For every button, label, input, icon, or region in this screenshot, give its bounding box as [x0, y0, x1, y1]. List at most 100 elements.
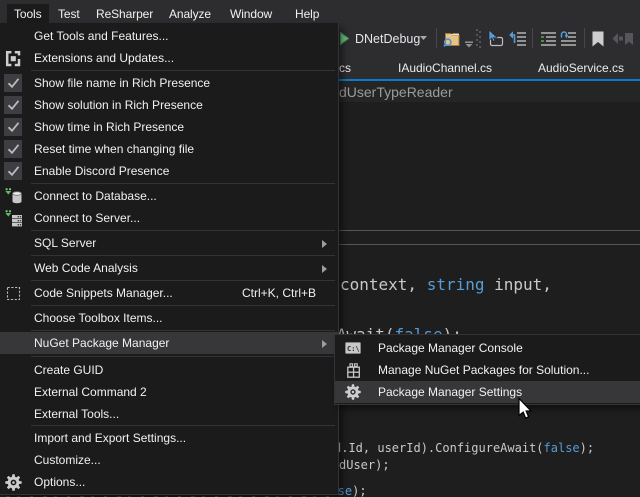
format-lines-blue-icon[interactable] — [560, 30, 577, 47]
menu-item-enable-discord[interactable]: Enable Discord Presence — [0, 160, 338, 182]
console-icon: C:\ — [341, 337, 365, 359]
menubar-item-resharper[interactable]: ReSharper — [89, 4, 160, 23]
label: Enable Discord Presence — [34, 164, 169, 178]
label: Reset time when changing file — [34, 142, 194, 156]
packages-icon — [341, 359, 365, 381]
nuget-submenu: C:\ Package Manager Console Manage NuGet… — [334, 334, 640, 405]
menu-item-connect-server[interactable]: Connect to Server... — [0, 207, 338, 229]
label: Web Code Analysis — [34, 261, 138, 275]
run-profile-label[interactable]: DNetDebug — [355, 32, 420, 46]
menu-separator — [31, 425, 335, 426]
toolbar-grip[interactable] — [476, 29, 481, 48]
label: Options... — [34, 475, 85, 489]
toolbar-separator — [436, 28, 437, 48]
label: IAudioChannel.cs — [398, 61, 492, 75]
menu-item-code-snippets[interactable]: Code Snippets Manager... Ctrl+K, Ctrl+B — [0, 282, 338, 304]
label: Get Tools and Features... — [34, 29, 169, 43]
label: Connect to Server... — [34, 211, 140, 225]
code-line-1: d.Id, userId).ConfigureAwait(false); — [334, 442, 594, 455]
editor-splitter-line — [330, 244, 640, 245]
menu-item-create-guid[interactable]: Create GUID — [0, 359, 338, 381]
menu-item-options[interactable]: Options... — [0, 471, 338, 493]
previous-bookmark-disabled-icon[interactable] — [612, 31, 634, 47]
checkmark-icon — [4, 162, 22, 180]
checkmark-icon — [4, 118, 22, 136]
menu-item-get-tools[interactable]: Get Tools and Features... — [0, 25, 338, 47]
search-in-folder-icon[interactable] — [443, 30, 460, 48]
checkmark-icon — [4, 74, 22, 92]
checkmark-icon — [4, 140, 22, 158]
menu-item-customize[interactable]: Customize... — [0, 449, 338, 471]
label: SQL Server — [34, 236, 96, 250]
label: AudioService.cs — [538, 61, 624, 75]
menu-item-extensions[interactable]: Extensions and Updates... — [0, 47, 338, 69]
snippets-icon — [0, 282, 26, 304]
label: Extensions and Updates... — [34, 51, 174, 65]
submenu-arrow-icon — [322, 240, 327, 248]
breadcrumb[interactable]: dUserTypeReader — [339, 84, 453, 100]
menubar-item-help[interactable]: Help — [288, 4, 326, 23]
label: Create GUID — [34, 363, 103, 377]
mouse-cursor — [515, 397, 533, 420]
extensions-icon — [0, 47, 26, 69]
label: External Command 2 — [34, 385, 147, 399]
menu-item-show-time[interactable]: Show time in Rich Presence — [0, 116, 338, 138]
label: Show solution in Rich Presence — [34, 98, 203, 112]
tab-audioservice[interactable]: AudioService.cs — [538, 61, 624, 77]
label: Show file name in Rich Presence — [34, 76, 210, 90]
label: Code Snippets Manager... — [34, 286, 173, 300]
menu-separator — [31, 230, 335, 231]
menubar-item-tools[interactable]: Tools — [7, 4, 49, 23]
label: context, — [340, 275, 427, 294]
menu-item-connect-database[interactable]: Connect to Database... — [0, 185, 338, 207]
gear-icon — [0, 471, 26, 493]
database-icon — [0, 185, 26, 207]
menu-item-external-command-2[interactable]: External Command 2 — [0, 381, 338, 403]
label: NuGet Package Manager — [34, 336, 169, 350]
menu-item-import-export[interactable]: Import and Export Settings... — [0, 427, 338, 449]
label: Package Manager Console — [378, 341, 523, 355]
label: Show time in Rich Presence — [34, 120, 184, 134]
server-icon — [0, 207, 26, 229]
menu-separator — [31, 255, 335, 256]
menu-item-external-tools[interactable]: External Tools... — [0, 403, 338, 425]
profile-dropdown-caret-icon[interactable] — [420, 36, 428, 41]
menu-separator — [31, 330, 335, 331]
menu-separator — [31, 70, 335, 71]
submenu-item-package-manager-settings[interactable]: Package Manager Settings — [335, 381, 640, 403]
menu-item-sql-server[interactable]: SQL Server — [0, 232, 338, 254]
start-debug-play-icon[interactable] — [340, 32, 349, 45]
label: Import and Export Settings... — [34, 431, 186, 445]
label: Test — [58, 7, 80, 21]
label: Window — [230, 7, 272, 21]
tab-iaudiochannel[interactable]: IAudioChannel.cs — [398, 61, 492, 77]
tab-clipped[interactable]: cs — [339, 61, 351, 77]
menu-item-show-solution[interactable]: Show solution in Rich Presence — [0, 94, 338, 116]
label: External Tools... — [34, 407, 119, 421]
indent-lines-green-icon[interactable] — [540, 30, 557, 47]
label: Analyze — [169, 7, 211, 21]
checkmark-icon — [4, 96, 22, 114]
label: Manage NuGet Packages for Solution... — [378, 363, 589, 377]
menu-separator — [31, 183, 335, 184]
vs-window: Tools Test ReSharper Analyze Window Help… — [0, 0, 640, 497]
menubar-item-window[interactable]: Window — [223, 4, 279, 23]
menubar-item-test[interactable]: Test — [51, 4, 87, 23]
menu-item-choose-toolbox[interactable]: Choose Toolbox Items... — [0, 307, 338, 329]
shortcut-label: Ctrl+K, Ctrl+B — [242, 286, 316, 300]
toolbar-overflow-icon[interactable] — [465, 41, 474, 48]
submenu-item-manage-packages[interactable]: Manage NuGet Packages for Solution... — [335, 359, 640, 381]
navigate-selection-icon[interactable] — [487, 30, 504, 47]
menu-item-reset-time[interactable]: Reset time when changing file — [0, 138, 338, 160]
menu-item-show-file-name[interactable]: Show file name in Rich Presence — [0, 72, 338, 94]
toolbar-separator — [584, 28, 585, 48]
menubar-item-analyze[interactable]: Analyze — [162, 4, 218, 23]
menu-item-nuget-package-manager[interactable]: NuGet Package Manager — [0, 332, 338, 354]
menu-item-web-code-analysis[interactable]: Web Code Analysis — [0, 257, 338, 279]
label: Choose Toolbox Items... — [34, 311, 163, 325]
toggle-bookmark-icon[interactable] — [592, 31, 604, 47]
submenu-item-package-manager-console[interactable]: C:\ Package Manager Console — [335, 337, 640, 359]
submenu-arrow-icon — [322, 340, 327, 348]
menu-separator — [31, 280, 335, 281]
navigate-document-icon[interactable] — [509, 30, 527, 47]
